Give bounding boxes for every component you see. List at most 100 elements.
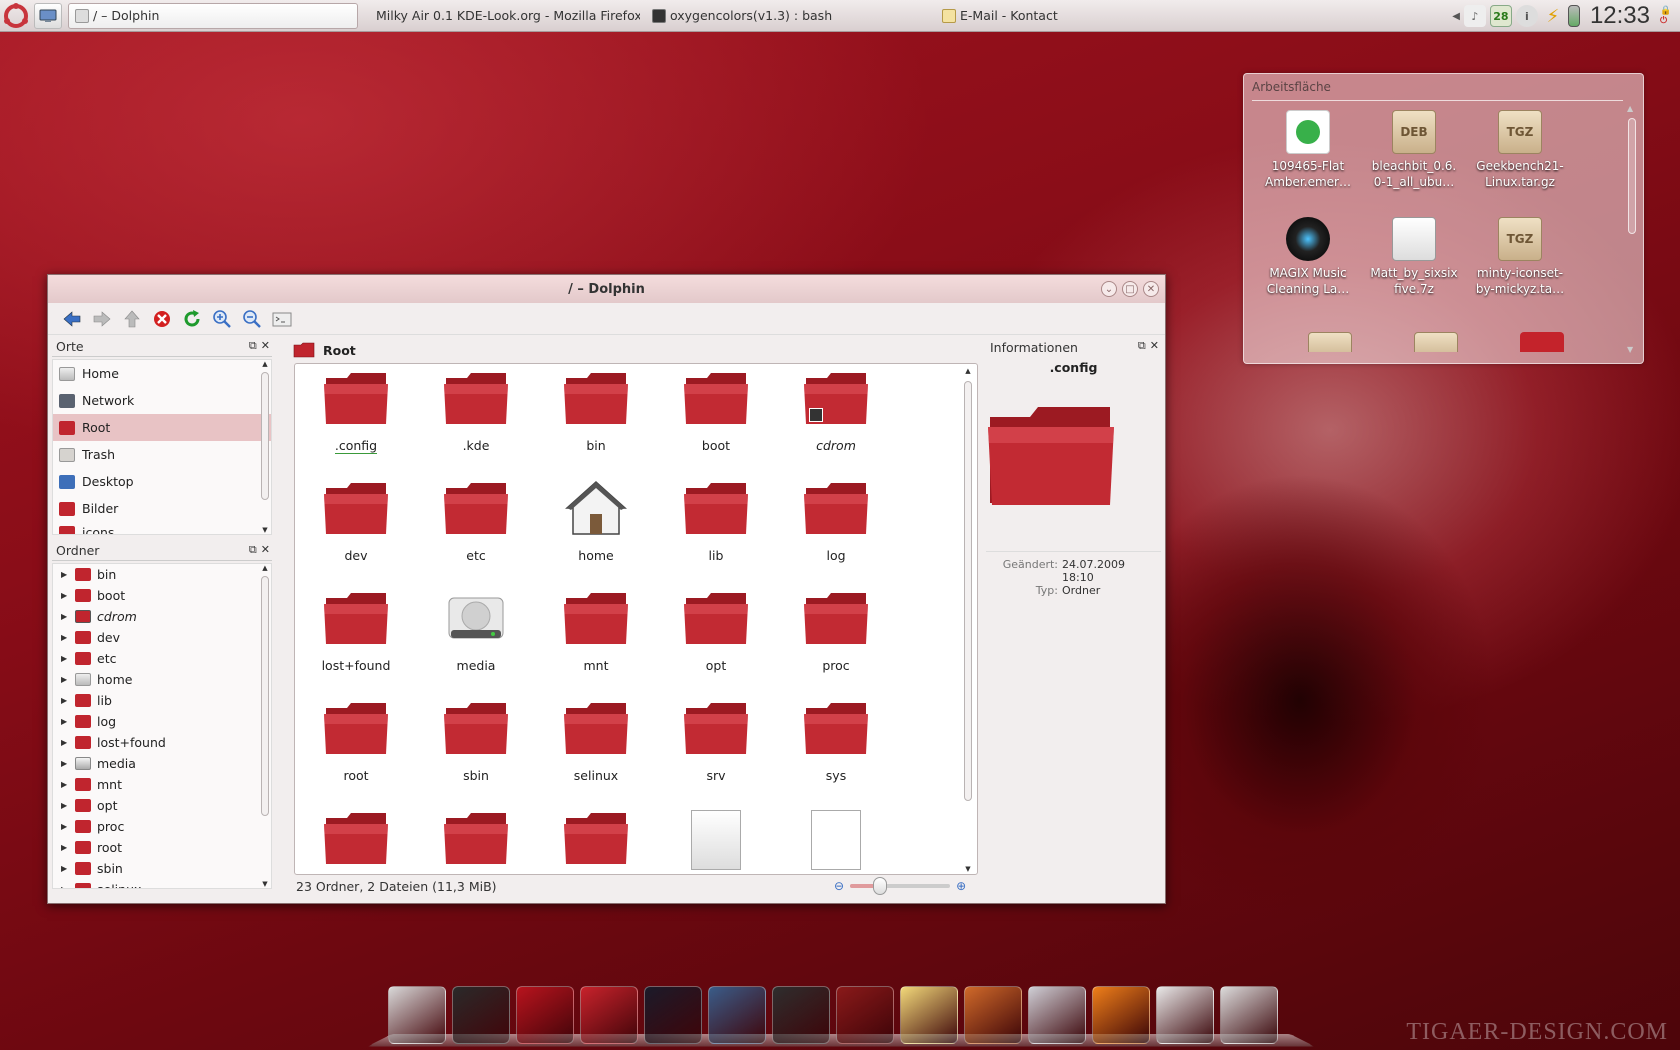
forward-button[interactable] <box>90 307 114 331</box>
file-item[interactable]: .kde <box>421 370 531 453</box>
show-desktop-button[interactable] <box>34 2 62 29</box>
expand-arrow-icon[interactable]: ▶ <box>61 738 75 747</box>
tree-node[interactable]: ▶ cdrom <box>53 606 271 627</box>
tree-node[interactable]: ▶ lib <box>53 690 271 711</box>
system-settings-icon[interactable] <box>388 986 446 1044</box>
zoom-slider[interactable]: ⊖ ⊕ <box>834 877 966 895</box>
file-item[interactable]: lost+found <box>301 590 411 673</box>
folders-scrollbar[interactable]: ▲ ▼ <box>259 564 271 888</box>
tree-node[interactable]: ▶ root <box>53 837 271 858</box>
scroll-up-icon[interactable]: ▲ <box>962 367 974 375</box>
tree-node[interactable]: ▶ proc <box>53 816 271 837</box>
weather-icon[interactable] <box>1220 986 1278 1044</box>
file-item[interactable]: lib <box>661 480 771 563</box>
scrollbar-thumb[interactable] <box>1628 118 1636 234</box>
place-trash[interactable]: Trash <box>53 441 271 468</box>
expand-arrow-icon[interactable]: ▶ <box>61 864 75 873</box>
task-dolphin[interactable]: / – Dolphin <box>68 2 358 29</box>
file-item[interactable]: opt <box>661 590 771 673</box>
file-item[interactable]: dev <box>301 480 411 563</box>
view-scrollbar[interactable]: ▲ ▼ <box>962 367 974 873</box>
clock[interactable]: 12:33 <box>1590 2 1650 30</box>
minimize-button[interactable]: ⌄ <box>1101 281 1117 297</box>
file-item[interactable]: cdrom <box>781 370 891 453</box>
file-item-partial[interactable] <box>421 810 531 874</box>
file-item[interactable]: srv <box>661 700 771 783</box>
panel-close-icon[interactable]: ✕ <box>261 339 270 353</box>
tree-node[interactable]: ▶ home <box>53 669 271 690</box>
system-monitor-icon[interactable] <box>708 986 766 1044</box>
scroll-up-icon[interactable]: ▲ <box>1627 104 1633 113</box>
vlc-icon[interactable] <box>1092 986 1150 1044</box>
photo-icon[interactable] <box>964 986 1022 1044</box>
tree-node[interactable]: ▶ dev <box>53 627 271 648</box>
zoom-handle[interactable] <box>873 877 888 895</box>
tree-node[interactable]: ▶ bin <box>53 564 271 585</box>
places-scrollbar[interactable]: ▲ ▼ <box>259 360 271 534</box>
file-item[interactable]: sbin <box>421 700 531 783</box>
zoom-in-icon[interactable]: ⊕ <box>956 879 966 893</box>
panel-close-icon[interactable]: ✕ <box>261 543 270 557</box>
file-item[interactable]: etc <box>421 480 531 563</box>
desktop-file-item-partial[interactable] <box>1282 332 1378 352</box>
panel-float-icon[interactable]: ⧉ <box>249 543 257 557</box>
expand-arrow-icon[interactable]: ▶ <box>61 822 75 831</box>
terminal-icon[interactable] <box>452 986 510 1044</box>
tree-node[interactable]: ▶ lost+found <box>53 732 271 753</box>
scroll-down-icon[interactable]: ▼ <box>962 865 974 873</box>
tree-node[interactable]: ▶ boot <box>53 585 271 606</box>
panel-float-icon[interactable]: ⧉ <box>249 339 257 353</box>
expand-arrow-icon[interactable]: ▶ <box>61 780 75 789</box>
scroll-down-icon[interactable]: ▼ <box>1627 345 1633 354</box>
place-home[interactable]: Home <box>53 360 271 387</box>
camera-icon[interactable] <box>1028 986 1086 1044</box>
tree-node[interactable]: ▶ opt <box>53 795 271 816</box>
file-item[interactable]: home <box>541 480 651 563</box>
place-network[interactable]: Network <box>53 387 271 414</box>
scroll-down-icon[interactable]: ▼ <box>259 526 271 534</box>
expand-arrow-icon[interactable]: ▶ <box>61 801 75 810</box>
location-breadcrumb[interactable]: Root <box>293 337 356 363</box>
desktop-file-item[interactable]: MAGIX Music Cleaning La… <box>1260 217 1356 297</box>
file-item[interactable]: selinux <box>541 700 651 783</box>
file-item-partial[interactable] <box>781 810 891 874</box>
back-button[interactable] <box>60 307 84 331</box>
tree-node[interactable]: ▶ media <box>53 753 271 774</box>
expand-arrow-icon[interactable]: ▶ <box>61 675 75 684</box>
lock-logout-icon[interactable]: 🔒⏻ <box>1660 5 1674 27</box>
scroll-up-icon[interactable]: ▲ <box>259 564 271 572</box>
tree-node[interactable]: ▶ etc <box>53 648 271 669</box>
scrollbar-thumb[interactable] <box>261 576 269 816</box>
file-item[interactable]: log <box>781 480 891 563</box>
display-icon[interactable] <box>644 986 702 1044</box>
desktop-file-item-partial[interactable] <box>1388 332 1484 352</box>
file-item-partial[interactable] <box>541 810 651 874</box>
file-item[interactable]: .config <box>301 370 411 454</box>
volume-icon[interactable]: ♪ <box>1463 5 1486 27</box>
file-item-partial[interactable] <box>661 810 771 874</box>
expand-arrow-icon[interactable]: ▶ <box>61 591 75 600</box>
up-button[interactable] <box>120 307 144 331</box>
desktop-file-item[interactable]: Matt_by_sixsix five.7z <box>1366 217 1462 297</box>
expand-arrow-icon[interactable]: ▶ <box>61 696 75 705</box>
file-item-partial[interactable] <box>301 810 411 874</box>
place-icons[interactable]: icons <box>53 522 271 534</box>
system-info-icon[interactable] <box>772 986 830 1044</box>
expand-arrow-icon[interactable]: ▶ <box>61 612 75 621</box>
desktop-file-item[interactable]: TGZ minty-iconset- by-mickyz.ta… <box>1472 217 1568 297</box>
stop-button[interactable] <box>150 307 174 331</box>
file-item[interactable]: sys <box>781 700 891 783</box>
expand-arrow-icon[interactable]: ▶ <box>61 759 75 768</box>
zoom-out-button[interactable] <box>240 307 264 331</box>
task-kontact[interactable]: E-Mail - Kontact <box>936 3 1186 29</box>
file-item[interactable]: proc <box>781 590 891 673</box>
zoom-track[interactable] <box>850 877 951 895</box>
close-button[interactable]: ✕ <box>1143 281 1159 297</box>
desktop-file-item[interactable]: DEB bleachbit_0.6. 0-1_all_ubu… <box>1366 110 1462 190</box>
terminal-panel-button[interactable] <box>270 307 294 331</box>
desktop-file-item-partial[interactable] <box>1494 332 1590 352</box>
desktop-file-item[interactable]: TGZ Geekbench21- Linux.tar.gz <box>1472 110 1568 190</box>
battery-indicator[interactable]: 28 <box>1489 5 1512 27</box>
file-item[interactable]: media <box>421 590 531 673</box>
scrollbar-thumb[interactable] <box>261 372 269 500</box>
